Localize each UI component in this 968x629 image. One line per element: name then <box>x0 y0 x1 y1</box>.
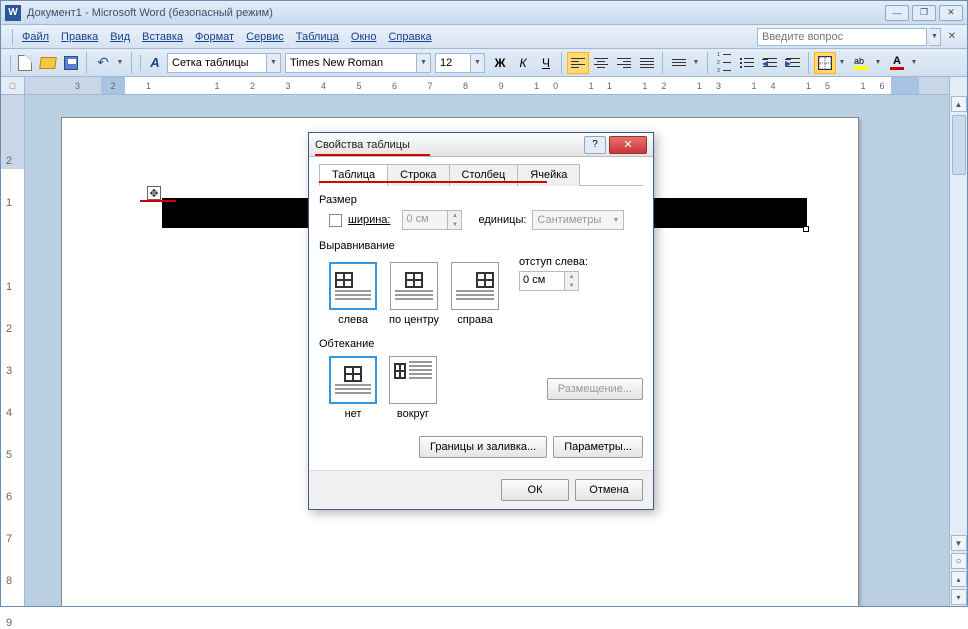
scroll-thumb[interactable] <box>952 115 966 175</box>
menu-edit[interactable]: Правка <box>55 29 104 45</box>
annotation-underline <box>319 181 547 183</box>
placement-button[interactable]: Размещение... <box>547 378 643 400</box>
parameters-button[interactable]: Параметры... <box>553 436 643 458</box>
menu-service[interactable]: Сервис <box>240 29 290 45</box>
align-left-option[interactable] <box>329 262 377 310</box>
table-properties-dialog: Свойства таблицы ? ✕ Таблица Строка Стол… <box>308 132 654 510</box>
borders-dropdown[interactable]: ▼ <box>837 59 847 66</box>
highlight-button[interactable] <box>850 52 872 74</box>
bullet-list-button[interactable] <box>736 52 758 74</box>
new-doc-button[interactable] <box>14 52 36 74</box>
borders-shading-button[interactable]: Границы и заливка... <box>419 436 547 458</box>
line-spacing-dropdown[interactable]: ▼ <box>691 59 701 66</box>
cancel-button[interactable]: Отмена <box>575 479 643 501</box>
horizontal-ruler[interactable]: 3 2 1 1 2 3 4 5 6 7 8 9 10 11 12 13 14 1… <box>25 77 949 95</box>
menu-view[interactable]: Вид <box>104 29 136 45</box>
menubar-close-button[interactable]: ✕ <box>945 30 959 44</box>
prev-page-button[interactable]: ▴ <box>951 571 967 587</box>
font-color-dropdown[interactable]: ▼ <box>909 59 919 66</box>
next-page-button[interactable]: ▾ <box>951 589 967 605</box>
indent-input[interactable]: 0 см <box>519 271 565 291</box>
italic-button[interactable]: К <box>512 52 534 74</box>
open-button[interactable] <box>37 52 59 74</box>
width-label: ширина: <box>348 214 390 226</box>
units-select[interactable]: Сантиметры▼ <box>532 210 624 230</box>
width-input[interactable]: 0 см <box>402 210 448 230</box>
width-spinner[interactable]: ▲▼ <box>448 210 462 230</box>
width-checkbox[interactable] <box>329 214 342 227</box>
save-button[interactable] <box>60 52 82 74</box>
increase-indent-button[interactable]: ▶ <box>782 52 804 74</box>
close-button[interactable]: ✕ <box>939 5 963 21</box>
main-window: W Документ1 - Microsoft Word (безопасный… <box>0 0 968 607</box>
align-right-option[interactable] <box>451 262 499 310</box>
menu-help[interactable]: Справка <box>382 29 437 45</box>
wrap-around-option[interactable] <box>389 356 437 404</box>
line-spacing-button[interactable] <box>668 52 690 74</box>
ruler-corner[interactable]: □ <box>1 77 25 95</box>
table-move-handle[interactable]: ✥ <box>147 186 161 200</box>
highlight-dropdown[interactable]: ▼ <box>873 59 883 66</box>
align-right-label: справа <box>457 314 493 326</box>
menu-table[interactable]: Таблица <box>290 29 345 45</box>
align-left-button[interactable] <box>567 52 589 74</box>
align-center-label: по центру <box>389 314 439 326</box>
minimize-button[interactable]: — <box>885 5 909 21</box>
indent-label: отступ слева: <box>519 256 588 268</box>
bold-button[interactable]: Ж <box>489 52 511 74</box>
vertical-scrollbar[interactable]: ▲ ▼ ○ ▴ ▾ <box>949 95 967 606</box>
menu-format[interactable]: Формат <box>189 29 240 45</box>
titlebar: W Документ1 - Microsoft Word (безопасный… <box>1 1 967 25</box>
annotation-underline <box>140 200 176 202</box>
units-label: единицы: <box>478 214 526 226</box>
dialog-close-button[interactable]: ✕ <box>609 136 647 154</box>
font-color-button[interactable] <box>886 52 908 74</box>
scroll-down-button[interactable]: ▼ <box>951 535 967 551</box>
menubar: Файл Правка Вид Вставка Формат Сервис Та… <box>1 25 967 49</box>
wrap-around-label: вокруг <box>397 408 429 420</box>
align-center-button[interactable] <box>590 52 612 74</box>
align-center-option[interactable] <box>390 262 438 310</box>
maximize-button[interactable]: ❐ <box>912 5 936 21</box>
style-combo[interactable]: Сетка таблицы <box>167 53 267 73</box>
decrease-indent-button[interactable]: ◀ <box>759 52 781 74</box>
dialog-help-button[interactable]: ? <box>584 136 606 154</box>
browse-object-button[interactable]: ○ <box>951 553 967 569</box>
undo-button[interactable]: ↶ <box>92 52 114 74</box>
align-left-label: слева <box>338 314 368 326</box>
scroll-up-button[interactable]: ▲ <box>951 96 967 112</box>
wrap-none-label: нет <box>345 408 362 420</box>
align-justify-button[interactable] <box>636 52 658 74</box>
ask-question-input[interactable] <box>757 28 927 46</box>
align-right-button[interactable] <box>613 52 635 74</box>
font-size-dropdown[interactable]: ▼ <box>471 53 485 73</box>
borders-button[interactable] <box>814 52 836 74</box>
numbered-list-button[interactable]: 123 <box>713 52 735 74</box>
ruler-row: □ 3 2 1 1 2 3 4 5 6 7 8 9 10 11 12 13 14… <box>1 77 967 95</box>
undo-dropdown[interactable]: ▼ <box>115 59 125 66</box>
style-dropdown[interactable]: ▼ <box>267 53 281 73</box>
wrap-none-option[interactable] <box>329 356 377 404</box>
menu-insert[interactable]: Вставка <box>136 29 189 45</box>
font-combo[interactable]: Times New Roman <box>285 53 417 73</box>
table-resize-handle[interactable] <box>803 226 809 232</box>
font-format-button[interactable]: A <box>144 52 166 74</box>
vertical-ruler[interactable]: 21 123456789 <box>1 95 25 606</box>
ok-button[interactable]: ОК <box>501 479 569 501</box>
font-dropdown[interactable]: ▼ <box>417 53 431 73</box>
dialog-title: Свойства таблицы <box>315 139 584 151</box>
annotation-underline <box>315 154 430 156</box>
alignment-group-label: Выравнивание <box>319 240 643 252</box>
toolbar: ↶ ▼ A Сетка таблицы ▼ Times New Roman ▼ … <box>1 49 967 77</box>
menu-file[interactable]: Файл <box>16 29 55 45</box>
font-size-combo[interactable]: 12 <box>435 53 471 73</box>
indent-spinner[interactable]: ▲▼ <box>565 271 579 291</box>
window-title: Документ1 - Microsoft Word (безопасный р… <box>27 7 885 19</box>
word-app-icon: W <box>5 5 21 21</box>
size-group-label: Размер <box>319 194 643 206</box>
ask-dropdown[interactable]: ▼ <box>929 28 941 46</box>
underline-button[interactable]: Ч <box>535 52 557 74</box>
menu-window[interactable]: Окно <box>345 29 383 45</box>
wrap-group-label: Обтекание <box>319 338 643 350</box>
